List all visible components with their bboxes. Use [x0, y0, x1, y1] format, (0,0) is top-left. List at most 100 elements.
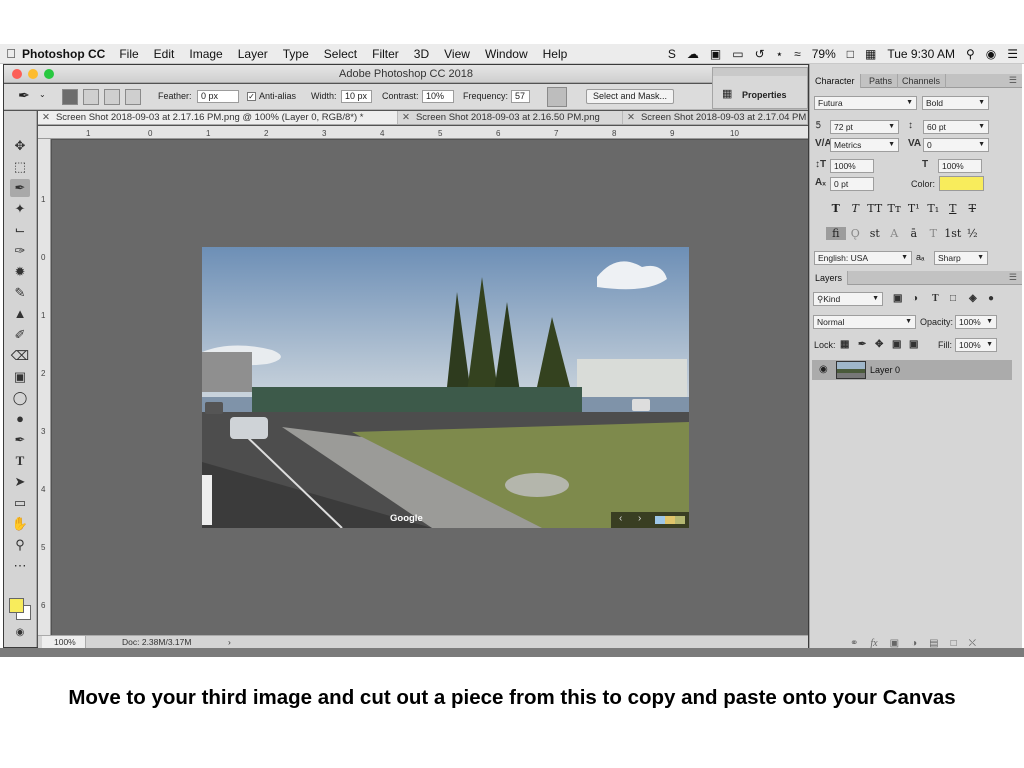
underline-icon[interactable]: T	[943, 202, 963, 215]
notification-center-icon[interactable]: ☰	[1007, 47, 1018, 61]
swash-icon[interactable]: A	[885, 227, 905, 240]
ligatures-icon[interactable]: fi	[826, 227, 846, 240]
faux-bold-icon[interactable]: T	[826, 202, 846, 215]
filter-pixel-icon[interactable]: ▣	[893, 293, 902, 304]
filter-type-icon[interactable]: T	[932, 293, 939, 304]
subtract-selection-mode-button[interactable]	[104, 89, 120, 105]
titling-alternates-icon[interactable]: T	[924, 227, 944, 240]
magic-wand-tool-icon[interactable]: ✦	[10, 200, 30, 218]
filter-smart-object-icon[interactable]: ◈	[969, 293, 977, 304]
eraser-tool-icon[interactable]: ⌫	[10, 347, 30, 365]
more-tools-icon[interactable]: ⋯	[10, 557, 30, 575]
zoom-window-button[interactable]	[44, 69, 54, 79]
vertical-scale-field[interactable]: 100%	[830, 159, 874, 173]
chevron-right-icon[interactable]: ›	[638, 513, 641, 524]
tab-document-3[interactable]: ✕ Screen Shot 2018-09-03 at 2.17.04 PM	[623, 111, 808, 124]
tab-channels[interactable]: Channels	[897, 74, 947, 88]
menu-layer[interactable]: Layer	[238, 47, 268, 61]
status-menu-arrow-icon[interactable]: ›	[228, 636, 231, 648]
foreground-color-swatch[interactable]	[9, 598, 24, 613]
lock-pixels-icon[interactable]: ✒	[858, 339, 866, 350]
menu-file[interactable]: File	[119, 47, 138, 61]
small-caps-icon[interactable]: Tᴛ	[885, 202, 905, 215]
preset-dropdown-icon[interactable]: ⌄	[39, 90, 46, 99]
baseline-shift-field[interactable]: 0 pt	[830, 177, 874, 191]
close-window-button[interactable]	[12, 69, 22, 79]
strikethrough-icon[interactable]: T	[963, 202, 983, 215]
move-tool-icon[interactable]: ✥	[10, 137, 30, 155]
language-select[interactable]: English: USA ▼	[814, 251, 912, 265]
filter-toggle-icon[interactable]: ●	[988, 293, 994, 304]
new-selection-mode-button[interactable]	[62, 89, 78, 105]
blur-tool-icon[interactable]: ◯	[10, 389, 30, 407]
antialias-checkbox[interactable]: ✓	[247, 92, 256, 101]
menu-help[interactable]: Help	[543, 47, 568, 61]
bluetooth-icon[interactable]: ⋆	[776, 47, 784, 61]
stylistic-alternates-icon[interactable]: ā	[904, 227, 924, 240]
menu-type[interactable]: Type	[283, 47, 309, 61]
siri-icon[interactable]: ◉	[986, 47, 996, 61]
brush-tool-icon[interactable]: ✎	[10, 284, 30, 302]
layer-row[interactable]: ◉ Layer 0	[812, 360, 1012, 380]
menu-filter[interactable]: Filter	[372, 47, 399, 61]
crop-tool-icon[interactable]: ⌙	[10, 221, 30, 239]
add-selection-mode-button[interactable]	[83, 89, 99, 105]
quick-selection-tool-icon[interactable]: ✒	[10, 179, 30, 197]
menu-edit[interactable]: Edit	[154, 47, 175, 61]
font-style-select[interactable]: Bold ▼	[922, 96, 989, 110]
street-view-photo[interactable]: Google ‹ ›	[202, 247, 689, 528]
apple-menu-icon[interactable]: 	[0, 46, 22, 61]
menu-3d[interactable]: 3D	[414, 47, 429, 61]
horizontal-scale-field[interactable]: 100%	[938, 159, 982, 173]
gradient-tool-icon[interactable]: ▣	[10, 368, 30, 386]
time-machine-icon[interactable]: ↺	[755, 47, 765, 61]
panel-menu-icon[interactable]: ☰	[1009, 272, 1017, 283]
layer-filter-select[interactable]: ⚲Kind ▼	[813, 292, 883, 306]
skype-icon[interactable]: S	[668, 47, 676, 61]
ordinals-icon[interactable]: 1st	[943, 227, 963, 240]
tracking-select[interactable]: 0 ▼	[923, 138, 989, 152]
marquee-tool-icon[interactable]: ⬚	[10, 158, 30, 176]
contrast-input[interactable]: 10%	[422, 90, 454, 103]
eyedropper-tool-icon[interactable]: ✑	[10, 242, 30, 260]
properties-panel-collapsed[interactable]: ▦ Properties	[712, 67, 808, 109]
spotlight-search-icon[interactable]: ⚲	[966, 47, 975, 61]
panel-menu-icon[interactable]: ☰	[1009, 75, 1017, 86]
lock-transparent-icon[interactable]: ▦	[840, 339, 849, 350]
discretionary-ligatures-icon[interactable]: st	[865, 227, 885, 240]
opacity-field[interactable]: 100% ▼	[955, 315, 997, 329]
battery-percent[interactable]: 79%	[812, 47, 836, 61]
close-tab-icon[interactable]: ✕	[402, 112, 410, 123]
tab-document-2[interactable]: ✕ Screen Shot 2018-09-03 at 2.16.50 PM.pn…	[398, 111, 623, 124]
dodge-tool-icon[interactable]: ●	[10, 410, 30, 428]
lock-all-icon[interactable]: ▣	[909, 339, 918, 350]
intersect-selection-mode-button[interactable]	[125, 89, 141, 105]
text-color-swatch[interactable]	[939, 176, 984, 191]
filter-shape-icon[interactable]: □	[950, 293, 956, 304]
clone-stamp-tool-icon[interactable]: ▲	[10, 305, 30, 323]
select-and-mask-button[interactable]: Select and Mask...	[586, 89, 674, 104]
visibility-eye-icon[interactable]: ◉	[819, 364, 828, 375]
tab-paths[interactable]: Paths	[864, 74, 899, 88]
tab-document-1[interactable]: ✕ Screen Shot 2018-09-03 at 2.17.16 PM.pn…	[38, 111, 398, 124]
faux-italic-icon[interactable]: T	[846, 202, 866, 215]
menu-window[interactable]: Window	[485, 47, 528, 61]
panel-grip[interactable]	[713, 68, 807, 76]
battery-icon[interactable]: □	[847, 47, 854, 61]
font-family-select[interactable]: Futura ▼	[814, 96, 917, 110]
wifi-icon[interactable]: ≈	[794, 47, 801, 61]
cloud-icon[interactable]: ☁	[687, 47, 699, 61]
width-input[interactable]: 10 px	[341, 90, 372, 103]
tab-layers[interactable]: Layers	[810, 271, 849, 285]
subscript-icon[interactable]: T₁	[924, 202, 944, 215]
leading-select[interactable]: 60 pt ▼	[923, 120, 989, 134]
minimize-window-button[interactable]	[28, 69, 38, 79]
zoom-tool-icon[interactable]: ⚲	[10, 536, 30, 554]
layer-name[interactable]: Layer 0	[870, 365, 900, 375]
fractions-icon[interactable]: ½	[963, 227, 983, 240]
kerning-select[interactable]: Metrics ▼	[830, 138, 899, 152]
quick-selection-preset-icon[interactable]: ✒	[18, 87, 30, 104]
menu-app-name[interactable]: Photoshop CC	[22, 47, 105, 61]
map-thumbnails-icon[interactable]	[655, 516, 685, 524]
zoom-level-field[interactable]: 100%	[42, 636, 86, 648]
